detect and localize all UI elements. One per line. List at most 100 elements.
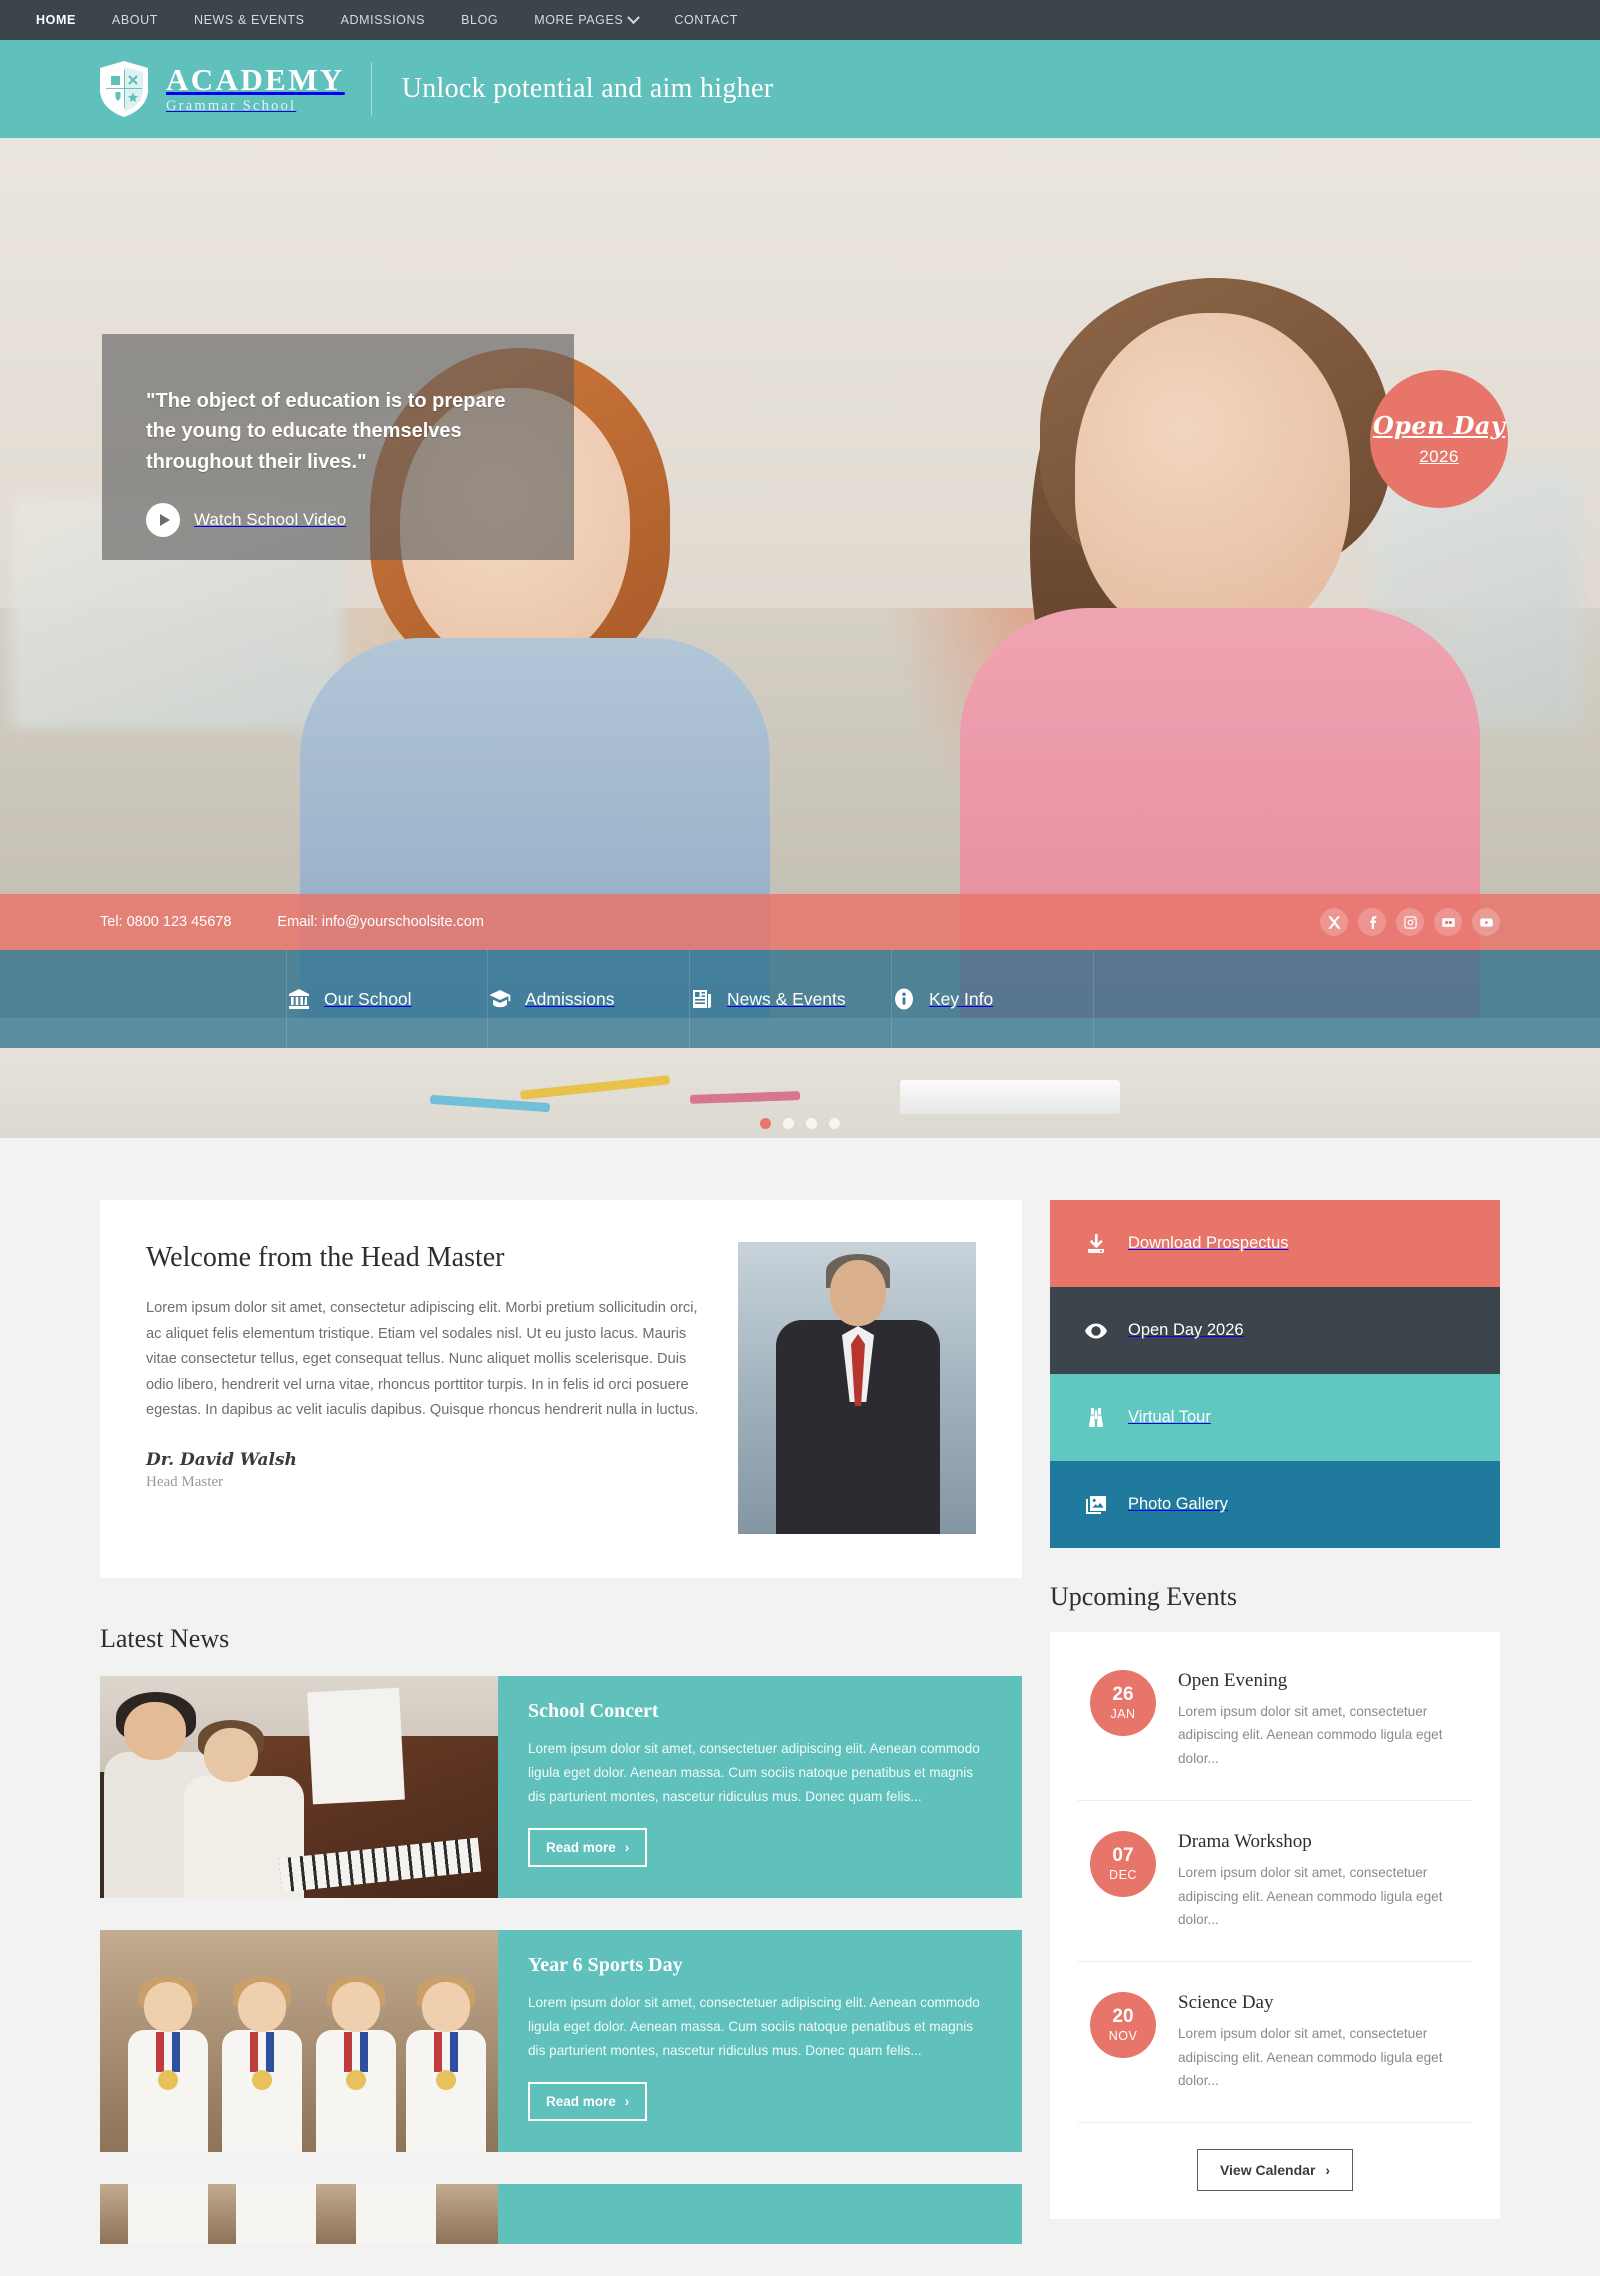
- nav-label: NEWS & EVENTS: [193, 13, 305, 27]
- event-info: Open Evening Lorem ipsum dolor sit amet,…: [1178, 1670, 1472, 1770]
- site-tagline: Unlock potential and aim higher: [401, 73, 774, 104]
- event-date-badge: 26 JAN: [1090, 1670, 1156, 1736]
- read-more-label: Read more: [546, 2093, 616, 2109]
- contact-telephone[interactable]: Tel: 0800 123 45678: [100, 914, 231, 930]
- event-item[interactable]: 07 DEC Drama Workshop Lorem ipsum dolor …: [1078, 1801, 1472, 1963]
- nav-item-more-pages[interactable]: MORE PAGES: [516, 0, 656, 40]
- slider-dot-1[interactable]: [760, 1118, 771, 1129]
- youtube-icon[interactable]: [1472, 908, 1500, 936]
- nav-item-about[interactable]: ABOUT: [94, 0, 176, 40]
- brand-subtitle: Grammar School: [166, 98, 297, 115]
- open-day-button[interactable]: Open Day 2026: [1050, 1287, 1500, 1374]
- site-logo[interactable]: ACADEMY Grammar School: [98, 60, 345, 118]
- nav-label: ABOUT: [111, 13, 158, 27]
- slider-dot-3[interactable]: [806, 1118, 817, 1129]
- slider-dot-2[interactable]: [783, 1118, 794, 1129]
- action-label: Virtual Tour: [1128, 1408, 1211, 1426]
- quicklink-our-school[interactable]: Our School: [286, 950, 488, 1048]
- open-day-badge[interactable]: Open Day 2026: [1370, 370, 1508, 508]
- x-icon[interactable]: [1320, 908, 1348, 936]
- event-item[interactable]: 26 JAN Open Evening Lorem ipsum dolor si…: [1078, 1640, 1472, 1802]
- read-more-button[interactable]: Read more ›: [528, 1827, 648, 1867]
- view-calendar-wrap: View Calendar ›: [1078, 2123, 1472, 2192]
- contact-email[interactable]: Email: info@yourschoolsite.com: [277, 914, 484, 930]
- chevron-right-icon: ›: [624, 1839, 630, 1855]
- event-excerpt: Lorem ipsum dolor sit amet, consectetuer…: [1178, 1704, 1443, 1766]
- nav-item-contact[interactable]: CONTACT: [656, 0, 756, 40]
- main-content: Welcome from the Head Master Lorem ipsum…: [0, 1138, 1600, 2276]
- event-date-badge: 07 DEC: [1090, 1831, 1156, 1898]
- instagram-icon[interactable]: [1396, 908, 1424, 936]
- news-title: School Concert: [528, 1700, 659, 1722]
- graduation-cap-icon: [489, 990, 511, 1008]
- photo-gallery-button[interactable]: Photo Gallery: [1050, 1461, 1500, 1548]
- event-date-badge: 20 NOV: [1090, 1992, 1156, 2059]
- read-more-label: Read more: [546, 1839, 616, 1855]
- nav-item-news-events[interactable]: NEWS & EVENTS: [176, 0, 323, 40]
- nav-label: BLOG: [461, 13, 499, 27]
- quicklink-label: Our School: [324, 988, 412, 1009]
- content-column: Welcome from the Head Master Lorem ipsum…: [100, 1200, 1022, 2276]
- event-item[interactable]: 20 NOV Science Day Lorem ipsum dolor sit…: [1078, 1962, 1472, 2124]
- quicklink-key-info[interactable]: Key Info: [892, 950, 1094, 1048]
- open-day-year: 2026: [1419, 447, 1459, 466]
- quicklink-label: News & Events: [727, 988, 846, 1009]
- view-calendar-button[interactable]: View Calendar ›: [1196, 2149, 1354, 2192]
- nav-item-admissions[interactable]: ADMISSIONS: [323, 0, 444, 40]
- download-prospectus-button[interactable]: Download Prospectus: [1050, 1200, 1500, 1287]
- news-thumbnail: [100, 2184, 498, 2244]
- nav-item-home[interactable]: HOME: [18, 0, 94, 40]
- news-body: Year 6 Sports Day Lorem ipsum dolor sit …: [498, 1930, 1022, 2152]
- event-info: Science Day Lorem ipsum dolor sit amet, …: [1178, 1992, 1472, 2092]
- quicklink-news-events[interactable]: News & Events: [690, 950, 892, 1048]
- quick-links-bar: Our School Admissions News & Events Key …: [0, 950, 1600, 1048]
- headmaster-role: Head Master: [146, 1473, 224, 1490]
- event-month: DEC: [1109, 1868, 1137, 1883]
- bank-icon: [289, 989, 309, 1009]
- upcoming-events-title: Upcoming Events: [1050, 1582, 1238, 1611]
- social-links: [1320, 908, 1500, 936]
- nav-label: CONTACT: [674, 13, 739, 27]
- event-day: 26: [1112, 1684, 1134, 1705]
- watch-school-video-button[interactable]: Watch School Video: [146, 503, 530, 538]
- quicklink-admissions[interactable]: Admissions: [488, 950, 690, 1048]
- news-card[interactable]: Year 6 Sports Day Lorem ipsum dolor sit …: [100, 1930, 1022, 2152]
- news-excerpt: Lorem ipsum dolor sit amet, consectetuer…: [528, 1741, 980, 1805]
- read-more-button[interactable]: Read more ›: [528, 2081, 648, 2121]
- news-card[interactable]: School Concert Lorem ipsum dolor sit ame…: [100, 1676, 1022, 1898]
- welcome-title: Welcome from the Head Master: [146, 1242, 505, 1273]
- info-icon: [895, 988, 913, 1010]
- view-calendar-label: View Calendar: [1219, 2162, 1316, 2179]
- events-panel: 26 JAN Open Evening Lorem ipsum dolor si…: [1050, 1632, 1500, 2220]
- binoculars-icon: [1088, 1407, 1104, 1427]
- action-buttons: Download Prospectus Open Day 2026 Virtua…: [1050, 1200, 1500, 1548]
- event-info: Drama Workshop Lorem ipsum dolor sit ame…: [1178, 1831, 1472, 1931]
- event-month: NOV: [1108, 2029, 1138, 2044]
- quicklink-label: Key Info: [929, 988, 994, 1009]
- event-title: Science Day: [1178, 1992, 1274, 2014]
- brand-name: ACADEMY: [166, 62, 345, 98]
- page-root: HOME ABOUT NEWS & EVENTS ADMISSIONS BLOG…: [0, 0, 1600, 2276]
- flickr-icon[interactable]: [1434, 908, 1462, 936]
- latest-news-title: Latest News: [100, 1624, 230, 1653]
- slider-dot-4[interactable]: [829, 1118, 840, 1129]
- headmaster-signature: Dr. David Walsh: [146, 1449, 297, 1470]
- open-day-title: Open Day: [1372, 411, 1506, 440]
- nav-label: HOME: [36, 13, 76, 27]
- event-excerpt: Lorem ipsum dolor sit amet, consectetuer…: [1178, 2026, 1443, 2088]
- event-month: JAN: [1110, 1707, 1136, 1721]
- nav-item-blog[interactable]: BLOG: [443, 0, 516, 40]
- virtual-tour-button[interactable]: Virtual Tour: [1050, 1374, 1500, 1461]
- eye-icon: [1085, 1323, 1107, 1338]
- facebook-icon[interactable]: [1358, 908, 1386, 936]
- chevron-right-icon: ›: [624, 2093, 630, 2109]
- site-header: ACADEMY Grammar School Unlock potential …: [0, 40, 1600, 138]
- action-label: Open Day 2026: [1128, 1321, 1244, 1339]
- hero-slider: "The object of education is to prepare t…: [0, 138, 1600, 1138]
- action-label: Photo Gallery: [1128, 1495, 1228, 1513]
- news-body: School Concert Lorem ipsum dolor sit ame…: [498, 1676, 1022, 1898]
- news-card[interactable]: [100, 2184, 1022, 2244]
- shield-logo-icon: [100, 61, 148, 117]
- nav-label: MORE PAGES: [534, 13, 624, 27]
- newspaper-icon: [693, 990, 711, 1008]
